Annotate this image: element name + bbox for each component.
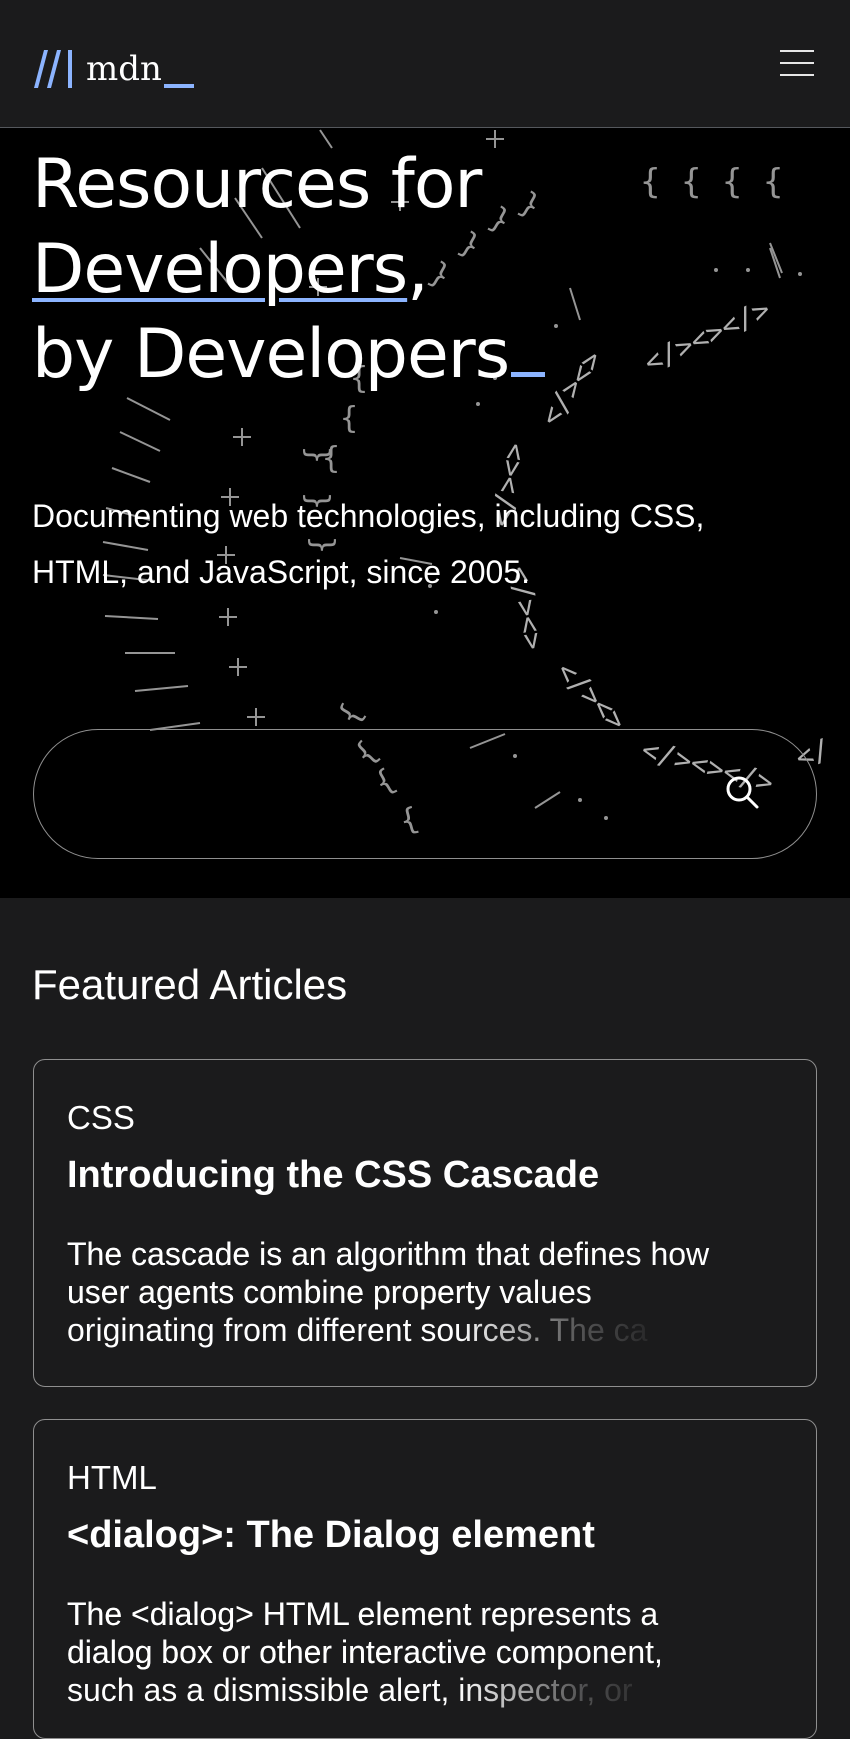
article-description-line: originating from different sources. The … (67, 1311, 779, 1349)
article-description: The cascade is an algorithm that defines… (67, 1235, 779, 1353)
article-description-line: The <dialog> HTML element represents a (67, 1595, 779, 1633)
logo-cursor (163, 84, 194, 88)
article-category[interactable]: HTML (67, 1458, 157, 1498)
article-title[interactable]: Introducing the CSS Cascade (67, 1152, 599, 1198)
article-title[interactable]: <dialog>: The Dialog element (67, 1512, 595, 1558)
mdn-logo-mark-icon (34, 50, 72, 88)
article-description: The <dialog> HTML element represents a d… (67, 1595, 779, 1713)
hero-title-developers-link: Developers (32, 230, 408, 309)
search-input[interactable] (74, 760, 718, 832)
logo-wordmark: mdn (86, 49, 162, 89)
site-header: mdn (0, 0, 850, 128)
hero-title-line1: Resources for (32, 145, 482, 224)
article-category[interactable]: CSS (67, 1098, 135, 1138)
featured-article-card[interactable]: HTML <dialog>: The Dialog element The <d… (33, 1419, 817, 1739)
svg-text:{: { (340, 401, 358, 436)
hero-title-comma: , (407, 230, 429, 309)
hamburger-menu-icon (780, 50, 814, 52)
article-description-line: user agents combine property values (67, 1273, 779, 1311)
search-form (33, 729, 817, 859)
article-description-line: dialog box or other interactive componen… (67, 1633, 779, 1671)
search-button[interactable] (724, 774, 764, 814)
menu-button[interactable] (780, 50, 814, 78)
hero-subtitle: Documenting web technologies, including … (32, 498, 705, 590)
mdn-logo[interactable]: mdn (32, 44, 194, 88)
svg-text:{: { (331, 698, 370, 731)
hero-title-line3: by Developers (32, 315, 510, 394)
svg-text:{: { (299, 446, 334, 464)
hero-title-cursor (511, 372, 546, 377)
featured-article-card[interactable]: CSS Introducing the CSS Cascade The casc… (33, 1059, 817, 1387)
article-description-line: such as a dismissible alert, inspector, … (67, 1671, 779, 1709)
featured-articles-heading: Featured Articles (32, 961, 348, 1008)
hero-title: Resources for Developers, by Developers (32, 142, 546, 397)
search-icon (726, 776, 759, 809)
svg-text:</><>: </><> (550, 655, 633, 738)
svg-text:</><></>: </><></> (639, 292, 775, 379)
svg-text:{ { { {: { { { { (640, 162, 783, 202)
hero-section: { { { { { { { { { { } } } } { { { {</><… (0, 128, 850, 898)
article-description-line: The cascade is an algorithm that defines… (67, 1235, 779, 1273)
